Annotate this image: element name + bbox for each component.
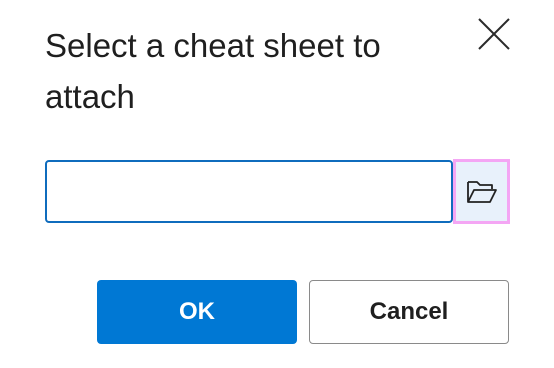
close-button[interactable] [474,14,514,54]
ok-button[interactable]: OK [97,280,297,344]
cancel-button[interactable]: Cancel [309,280,509,344]
folder-open-icon [466,180,497,203]
browse-button[interactable] [453,159,510,224]
close-icon [478,18,510,50]
select-cheat-sheet-dialog: Select a cheat sheet to attach OK Cancel [0,0,554,368]
cheat-sheet-path-input[interactable] [45,160,453,223]
dialog-title: Select a cheat sheet to attach [45,27,381,115]
